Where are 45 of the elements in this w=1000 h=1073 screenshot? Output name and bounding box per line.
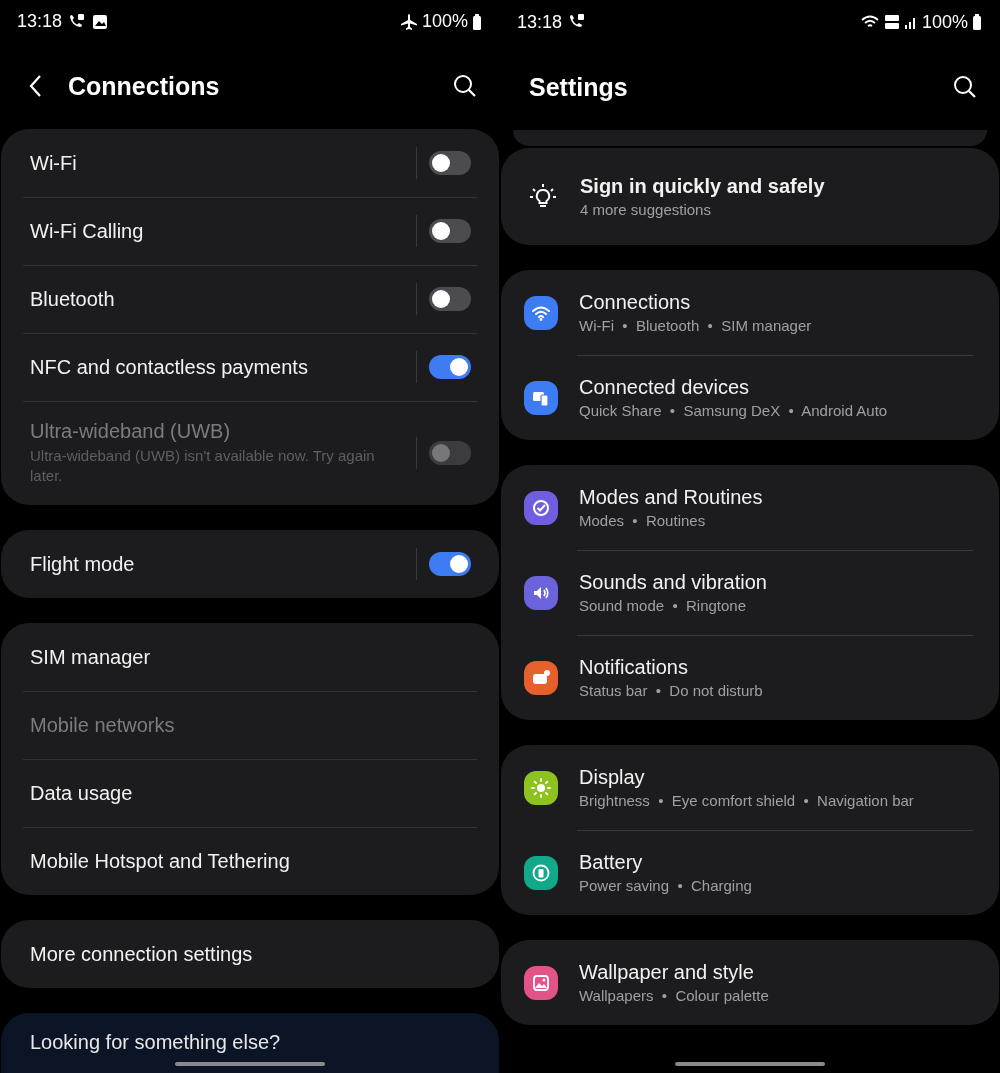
menu-item-title[interactable]: Battery <box>579 851 979 874</box>
status-time: 13:18 <box>517 11 563 33</box>
status-time: 13:18 <box>17 11 63 33</box>
suggestion-subtitle: 4 more suggestions <box>580 201 712 218</box>
setting-label[interactable]: Flight mode <box>30 552 408 576</box>
page-title: Settings <box>529 72 629 102</box>
image-icon <box>91 12 110 31</box>
menu-item[interactable]: More connection settings <box>30 942 253 966</box>
battery-percentage: 100% <box>421 11 468 33</box>
battery-icon <box>972 13 982 31</box>
menu-item-subtitle: Status bar • Do not disturb <box>579 682 764 699</box>
menu-item-subtitle: Power saving • Charging <box>579 877 753 894</box>
menu-item-subtitle: Wallpapers • Colour palette <box>579 987 770 1004</box>
setting-label[interactable]: Wi-Fi Calling <box>30 219 408 243</box>
setting-label[interactable]: Wi-Fi <box>30 151 408 175</box>
menu-item-title[interactable]: Sounds and vibration <box>579 571 979 594</box>
toggle-switch[interactable] <box>429 219 471 243</box>
toggle-switch[interactable] <box>429 355 471 379</box>
toggle-switch[interactable] <box>429 287 471 311</box>
setting-label[interactable]: NFC and contactless payments <box>30 355 408 379</box>
toggle-switch[interactable] <box>429 552 471 576</box>
setting-description: Ultra-wideband (UWB) isn't available now. Try again later. <box>30 446 376 486</box>
airplane-icon <box>399 12 418 31</box>
menu-item-title[interactable]: Notifications <box>579 656 979 679</box>
menu-item[interactable]: Mobile Hotspot and Tethering <box>30 849 290 873</box>
menu-item[interactable]: SIM manager <box>30 645 151 669</box>
battery-icon <box>472 12 482 31</box>
menu-item-title[interactable]: Wallpaper and style <box>579 961 979 984</box>
setting-label[interactable]: Bluetooth <box>30 287 408 311</box>
page-title: Connections <box>68 71 221 101</box>
menu-item-subtitle: Modes • Routines <box>579 512 707 529</box>
search-button[interactable] <box>952 74 978 100</box>
menu-item-title[interactable]: Modes and Routines <box>579 486 979 509</box>
menu-item-subtitle: Brightness • Eye comfort shield • Navigation bar <box>579 792 915 809</box>
menu-item-title[interactable]: Connected devices <box>579 376 979 399</box>
menu-item-title[interactable]: Connections <box>579 291 979 314</box>
suggestion-title[interactable]: Sign in quickly and safely <box>580 175 979 198</box>
menu-item[interactable]: Data usage <box>30 781 133 805</box>
toggle-switch[interactable] <box>429 151 471 175</box>
menu-item-subtitle: Wi-Fi • Bluetooth • SIM manager <box>579 317 813 334</box>
menu-item-subtitle: Quick Share • Samsung DeX • Android Auto <box>579 402 889 419</box>
hint-heading: Looking for something else? <box>29 1030 282 1054</box>
menu-item-title[interactable]: Display <box>579 766 979 789</box>
menu-item-subtitle: Sound mode • Ringtone <box>579 597 748 614</box>
battery-percentage: 100% <box>921 11 968 33</box>
